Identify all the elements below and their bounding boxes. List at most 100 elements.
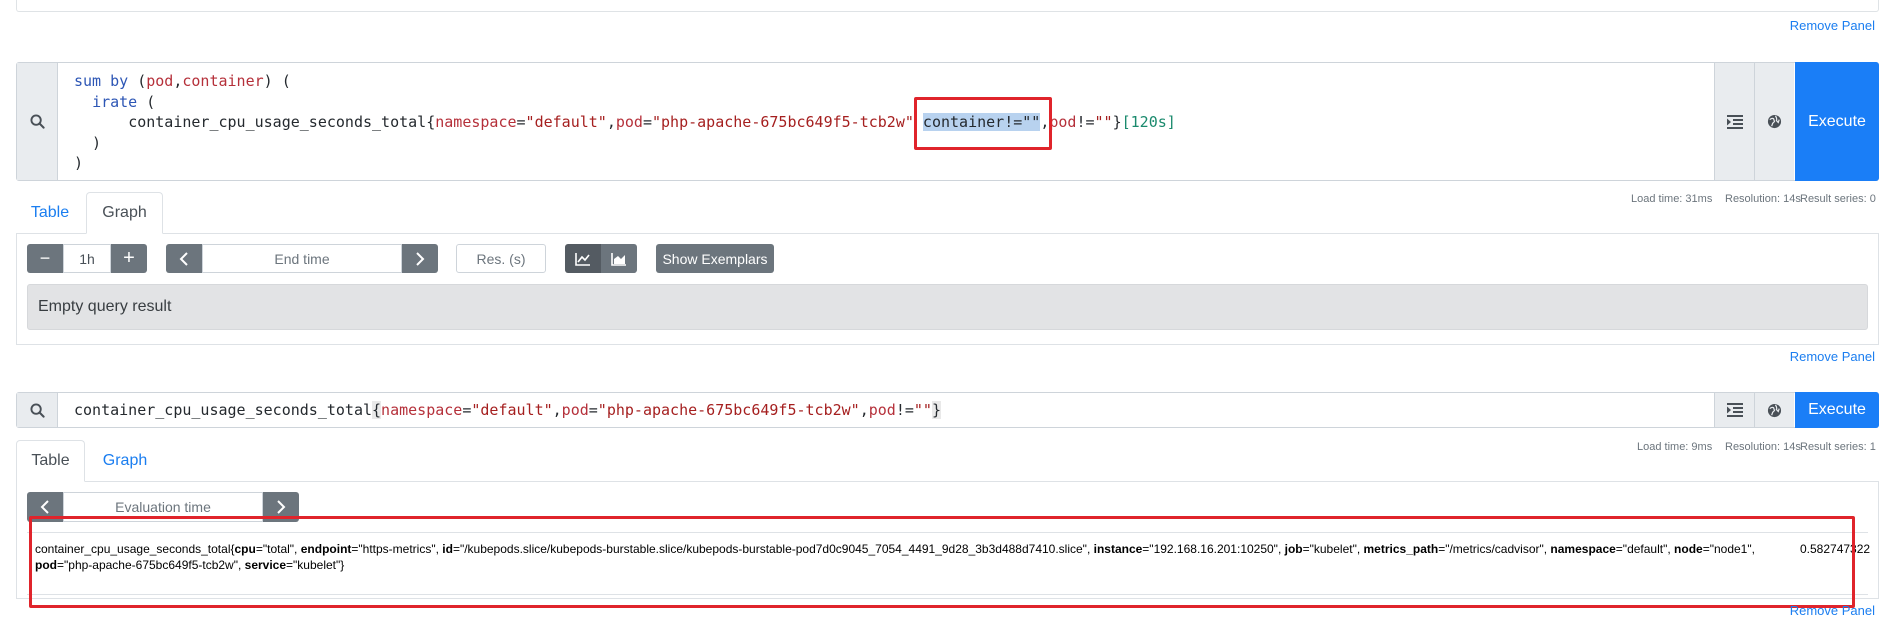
range-input[interactable]: 1h [63, 244, 111, 273]
line-chart-toggle[interactable] [565, 244, 601, 273]
next-end-time-button[interactable] [402, 244, 438, 273]
execute-button[interactable]: Execute [1795, 62, 1879, 181]
query-token: ( [128, 72, 147, 90]
query-token: ( [137, 92, 156, 111]
query-label: pod [561, 401, 589, 419]
query-token: ) [74, 133, 102, 152]
query-string: "default" [471, 401, 553, 419]
empty-result-alert: Empty query result [27, 284, 1868, 330]
query-label: pod [868, 401, 896, 419]
query-code-editor[interactable]: sum by (pod,container) ( irate ( contain… [74, 71, 1176, 174]
label-key: job [1284, 542, 1303, 556]
search-icon-cell [17, 63, 58, 180]
remove-panel-link-3[interactable]: Remove Panel [1790, 603, 1875, 618]
metrics-explorer-button[interactable] [1754, 393, 1794, 427]
stacked-chart-toggle[interactable] [601, 244, 637, 273]
label-key: node [1674, 542, 1703, 556]
show-exemplars-button[interactable]: Show Exemplars [656, 244, 774, 273]
label-key: pod [35, 558, 57, 572]
format-icon [1726, 114, 1743, 129]
query-metric-name: container_cpu_usage_seconds_total [74, 401, 373, 419]
query-keyword: sum by [74, 72, 129, 90]
resolution: Resolution: 14s [1725, 193, 1801, 205]
tab-graph[interactable]: Graph [86, 192, 163, 234]
label-key: instance [1093, 542, 1143, 556]
prev-eval-time-button[interactable] [27, 492, 63, 522]
label-key: cpu [234, 542, 256, 556]
chevron-left-icon [179, 251, 188, 266]
format-expression-button[interactable] [1714, 393, 1754, 427]
query-token: = [516, 113, 526, 131]
label-value: ="192.168.16.201:10250", [1142, 542, 1285, 556]
label-key: metrics_path [1363, 542, 1439, 556]
result-metric-labels: container_cpu_usage_seconds_total{cpu="t… [35, 541, 1775, 573]
query-token: ) ( [263, 72, 291, 90]
tab-table[interactable]: Table [16, 440, 85, 482]
label-key: service [244, 558, 287, 572]
query-token: , [552, 401, 562, 419]
previous-panel-bottom [16, 0, 1879, 12]
metrics-explorer-button[interactable] [1754, 63, 1794, 180]
expression-input-panel-2[interactable]: sum by (pod,container) ( irate ( contain… [16, 62, 1879, 181]
query-keyword: irate [92, 92, 138, 111]
tab-table[interactable]: Table [16, 192, 84, 234]
search-icon-cell [17, 393, 58, 427]
query-string: "" [913, 401, 932, 419]
chevron-left-icon [40, 500, 49, 514]
query-label: pod [146, 72, 174, 90]
query-token: { [426, 113, 436, 131]
query-token [914, 113, 923, 131]
search-icon [29, 114, 45, 129]
label-value: ="/metrics/cadvisor", [1438, 542, 1551, 556]
resolution-input[interactable]: Res. (s) [456, 244, 546, 273]
evaluation-time-input[interactable]: Evaluation time [63, 492, 263, 522]
globe-icon [1767, 403, 1782, 417]
result-table-bottom [27, 594, 1868, 595]
label-value: ="kubelet"} [286, 558, 345, 572]
label-value: ="node1", [1702, 542, 1755, 556]
execute-button[interactable]: Execute [1795, 392, 1879, 428]
remove-panel-link-1[interactable]: Remove Panel [1790, 18, 1875, 33]
query-token: = [642, 113, 652, 131]
prev-end-time-button[interactable] [166, 244, 202, 273]
search-icon [29, 402, 45, 418]
load-time: Load time: 9ms [1637, 441, 1713, 453]
label-key: namespace [1550, 542, 1616, 556]
query-string: "" [1094, 113, 1113, 131]
label-key: endpoint [300, 542, 352, 556]
label-value: ="/kubepods.slice/kubepods-burstable.sli… [452, 542, 1094, 556]
metric-name: container_cpu_usage_seconds_total{ [35, 542, 235, 556]
decrease-range-button[interactable]: − [27, 244, 63, 273]
query-token: , [859, 401, 869, 419]
query-label: pod [615, 113, 643, 131]
format-expression-button[interactable] [1714, 63, 1754, 180]
label-value: ="total", [255, 542, 301, 556]
query-string: "php-apache-675bc649f5-tcb2w" [651, 113, 914, 131]
query-label: namespace [381, 401, 463, 419]
resolution: Resolution: 14s [1725, 441, 1801, 453]
chevron-right-icon [416, 251, 425, 266]
expression-input-panel-3[interactable]: container_cpu_usage_seconds_total{namesp… [16, 392, 1879, 428]
result-table-top [27, 532, 1868, 533]
query-metric-name: container_cpu_usage_seconds_total [128, 113, 427, 131]
tab-graph[interactable]: Graph [87, 440, 163, 482]
globe-icon [1767, 114, 1782, 129]
label-value: ="https-metrics", [351, 542, 443, 556]
label-value: ="kubelet", [1302, 542, 1364, 556]
query-token: != [1076, 113, 1095, 131]
load-time: Load time: 31ms [1631, 193, 1713, 205]
query-string: "default" [525, 113, 607, 131]
label-key: id [442, 542, 453, 556]
end-time-input[interactable]: End time [202, 244, 402, 273]
query-code-editor[interactable]: container_cpu_usage_seconds_total{namesp… [74, 400, 941, 421]
query-token: , [1040, 113, 1050, 131]
query-token: ) [74, 154, 84, 172]
result-series: Result series: 0 [1800, 193, 1876, 205]
remove-panel-link-2[interactable]: Remove Panel [1790, 349, 1875, 364]
next-eval-time-button[interactable] [263, 492, 299, 522]
query-range: [120s] [1121, 113, 1176, 131]
increase-range-button[interactable]: + [111, 244, 147, 273]
line-chart-icon [575, 252, 590, 266]
query-bracket-match: } [931, 401, 941, 419]
query-token: } [1112, 113, 1122, 131]
